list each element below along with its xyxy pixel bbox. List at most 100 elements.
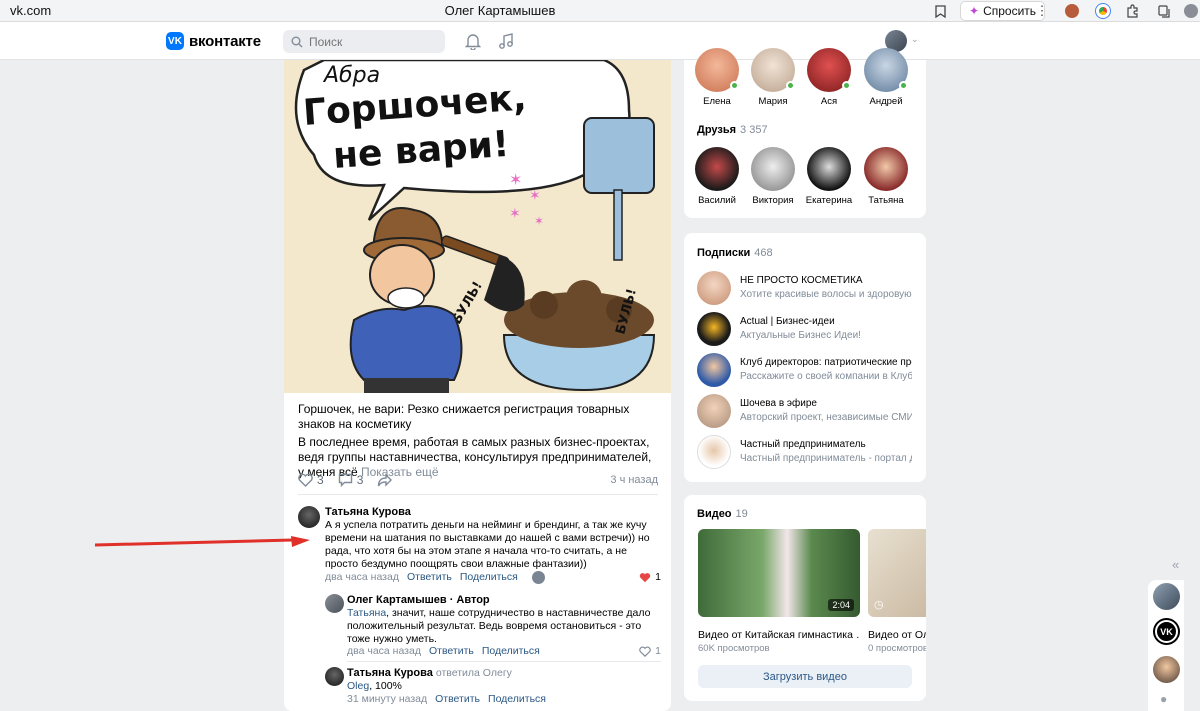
comment-time[interactable]: два часа назад — [347, 645, 421, 658]
comment-meta: два часа назад Ответить Поделиться 1 — [347, 645, 661, 658]
puzzle-icon[interactable] — [1124, 2, 1142, 20]
vk-chat-icon[interactable]: VK — [1153, 618, 1180, 645]
comment-reply: Олег Картамышев · Автор Татьяна, значит,… — [347, 594, 661, 646]
collections-icon[interactable] — [1155, 2, 1173, 20]
comment-author[interactable]: Татьяна Курова — [325, 506, 661, 519]
post-title: Горшочек, не вари: Резко снижается регис… — [298, 402, 630, 431]
subscription-item[interactable]: Actual | Бизнес-идеи Актуальные Бизнес И… — [697, 312, 917, 346]
message-icon[interactable]: ● — [1160, 692, 1167, 706]
friend-item[interactable]: Виктория — [745, 147, 801, 206]
subscription-item[interactable]: Частный предприниматель Частный предприн… — [697, 435, 917, 469]
video-thumbnail[interactable]: 2:04 — [698, 529, 860, 617]
comment-reply: Татьяна Курова ответила Олегу Oleg, 100% — [347, 667, 661, 693]
video-views: 60K просмотров — [698, 643, 770, 654]
comment-like-button[interactable]: 1 — [639, 645, 661, 658]
collapse-chevron-icon[interactable]: « — [1172, 557, 1179, 572]
comment-avatar[interactable] — [325, 594, 344, 613]
comment-button[interactable]: 3 — [338, 473, 363, 487]
video-title[interactable]: Видео от Оле — [868, 629, 926, 641]
online-friend[interactable]: Мария — [745, 48, 801, 107]
comment-author[interactable]: Татьяна Курова — [347, 667, 433, 679]
bookmark-icon[interactable] — [931, 2, 949, 20]
online-friend[interactable]: Ася — [801, 48, 857, 107]
comment-like-button[interactable]: 1 — [639, 571, 661, 584]
reply-link[interactable]: Ответить — [429, 645, 474, 658]
share-button[interactable] — [377, 473, 393, 487]
comment-avatar[interactable] — [298, 506, 320, 528]
heart-icon — [298, 473, 313, 487]
video-thumbnail[interactable]: ◷ — [868, 529, 926, 617]
replied-to[interactable]: ответила Олегу — [436, 667, 512, 679]
comment-author[interactable]: Олег Картамышев · Автор — [347, 594, 661, 607]
chat-panel: VK ● — [1148, 580, 1184, 711]
friend-avatar — [751, 147, 795, 191]
friend-avatar — [695, 147, 739, 191]
search-input[interactable] — [309, 34, 429, 49]
post-time[interactable]: 3 ч назад — [610, 474, 658, 486]
mention-link[interactable]: Oleg — [347, 680, 369, 692]
comment-time[interactable]: 31 минуту назад — [347, 693, 427, 706]
svg-text:✶: ✶ — [529, 187, 541, 203]
subscription-item[interactable]: Клуб директоров: патриотические пре… Рас… — [697, 353, 917, 387]
divider — [298, 494, 658, 495]
subscriptions-card: Подписки 468 НЕ ПРОСТО КОСМЕТИКА Хотите к… — [684, 233, 926, 482]
profile-icon[interactable] — [1182, 2, 1200, 20]
chevron-down-icon[interactable]: ⌄ — [911, 34, 919, 45]
upload-video-button[interactable]: Загрузить видео — [698, 665, 912, 688]
music-icon[interactable] — [496, 31, 516, 51]
friend-avatar — [807, 147, 851, 191]
comment: Татьяна Курова А я успела потратить день… — [325, 506, 661, 571]
friend-avatar — [751, 48, 795, 92]
reaction-avatar — [531, 571, 545, 584]
bell-icon[interactable] — [463, 31, 483, 51]
search-box[interactable] — [283, 30, 445, 53]
comment-time[interactable]: два часа назад — [325, 571, 399, 584]
heart-icon — [639, 646, 651, 657]
post-image[interactable]: Абра Горшочек, не вари! БУЛЬ! БУЛЬ! ✶ ✶ ✶ ✶ — [284, 60, 671, 393]
community-avatar — [697, 353, 731, 387]
friend-avatar — [807, 48, 851, 92]
online-indicator — [842, 81, 851, 90]
friend-avatar — [864, 147, 908, 191]
chrome-extension-icon[interactable] — [1094, 2, 1112, 20]
comment-avatar[interactable] — [325, 667, 344, 686]
subscription-item[interactable]: НЕ ПРОСТО КОСМЕТИКА Хотите красивые воло… — [697, 271, 917, 305]
mention-link[interactable]: Татьяна — [347, 607, 386, 619]
comment-text: Oleg, 100% — [347, 680, 402, 692]
reply-link[interactable]: Ответить — [407, 571, 452, 584]
extension-avatar-icon[interactable] — [1063, 2, 1081, 20]
online-indicator — [730, 81, 739, 90]
friend-item[interactable]: Татьяна — [858, 147, 914, 206]
share-link[interactable]: Поделиться — [460, 571, 518, 584]
vk-logo-icon: VK — [166, 32, 184, 50]
chat-avatar[interactable] — [1153, 656, 1180, 683]
window-title: Олег Картамышев — [444, 3, 556, 18]
comment-icon — [338, 473, 352, 487]
subscriptions-title[interactable]: Подписки 468 — [697, 247, 773, 259]
share-link[interactable]: Поделиться — [488, 693, 546, 706]
friend-avatar — [864, 48, 908, 92]
subscription-item[interactable]: Шочева в эфире Авторский проект, независ… — [697, 394, 917, 428]
online-friend[interactable]: Елена — [689, 48, 745, 107]
vk-header: VK вконтакте ⌄ — [0, 22, 1200, 60]
share-link[interactable]: Поделиться — [482, 645, 540, 658]
browser-bar: vk.com Олег Картамышев ✦ Спросить ⋮ — [0, 0, 1200, 22]
wall-post: Абра Горшочек, не вари! БУЛЬ! БУЛЬ! ✶ ✶ ✶ ✶… — [284, 60, 671, 711]
videos-card: Видео 19 2:04 Видео от Китайская гимнасти… — [684, 495, 926, 701]
video-title[interactable]: Видео от Китайская гимнастика … — [698, 629, 860, 641]
friend-item[interactable]: Екатерина — [801, 147, 857, 206]
video-duration: 2:04 — [828, 599, 854, 611]
like-button[interactable]: 3 — [298, 473, 324, 487]
friend-item[interactable]: Василий — [689, 147, 745, 206]
vk-logo[interactable]: VK вконтакте — [166, 32, 261, 50]
friends-title[interactable]: Друзья 3 357 — [697, 124, 768, 136]
online-friend[interactable]: Андрей — [858, 48, 914, 107]
reply-link[interactable]: Ответить — [435, 693, 480, 706]
divider — [347, 661, 661, 662]
annotation-arrow — [95, 536, 310, 547]
comment-text: А я успела потратить деньги на нейминг и… — [325, 519, 650, 570]
chat-avatar[interactable] — [1153, 583, 1180, 610]
more-menu-icon[interactable]: ⋮ — [1033, 2, 1051, 20]
share-icon — [378, 473, 393, 487]
videos-title[interactable]: Видео 19 — [697, 508, 748, 520]
